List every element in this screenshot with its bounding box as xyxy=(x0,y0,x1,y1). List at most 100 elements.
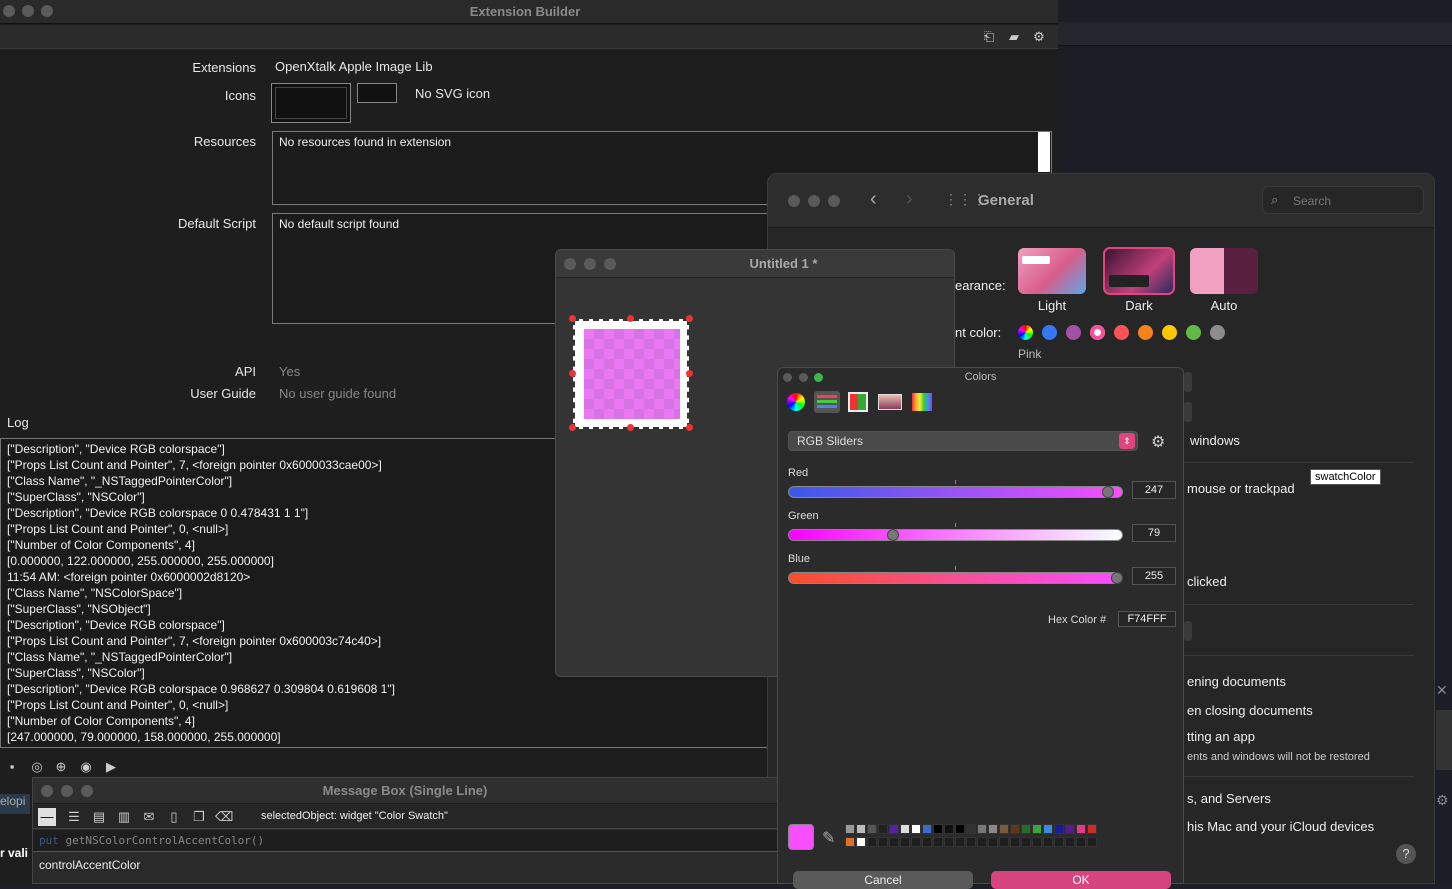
extensions-value[interactable]: OpenXtalk Apple Image Lib xyxy=(275,59,433,74)
mode-select[interactable]: RGB Sliders ⇕ xyxy=(788,431,1138,451)
add-icon[interactable]: ⊕ xyxy=(52,758,70,776)
pref-windows[interactable]: windows xyxy=(1190,433,1240,448)
palette-swatch[interactable] xyxy=(1032,837,1042,847)
blue-value-field[interactable]: 255 xyxy=(1132,567,1176,585)
palette-swatch[interactable] xyxy=(944,837,954,847)
gear-icon[interactable]: ⚙ xyxy=(1030,28,1048,46)
palette-swatch[interactable] xyxy=(867,824,877,834)
selection-handle[interactable] xyxy=(569,370,576,377)
palette-swatch[interactable] xyxy=(977,837,987,847)
palette-swatch[interactable] xyxy=(922,837,932,847)
blue-slider[interactable] xyxy=(788,572,1123,584)
search-field[interactable]: ⌕ Search xyxy=(1262,186,1424,214)
stepper-2[interactable] xyxy=(1184,402,1192,422)
pref-mouse-trackpad[interactable]: mouse or trackpad xyxy=(1187,481,1295,496)
palette-swatch[interactable] xyxy=(1054,824,1064,834)
accent-color-swatch[interactable] xyxy=(1042,325,1057,340)
accent-color-swatch[interactable] xyxy=(1066,325,1081,340)
accent-color-swatch[interactable] xyxy=(1162,325,1177,340)
close-button[interactable] xyxy=(788,195,800,207)
palette-swatch[interactable] xyxy=(933,824,943,834)
red-value-field[interactable]: 247 xyxy=(1132,481,1176,499)
scrollbar[interactable] xyxy=(1038,132,1050,172)
script-icon[interactable]: ▥ xyxy=(115,808,133,826)
color-swatch-widget[interactable] xyxy=(573,319,689,429)
ok-button[interactable]: OK xyxy=(991,871,1171,889)
palette-swatch[interactable] xyxy=(889,837,899,847)
palette-swatch[interactable] xyxy=(1076,837,1086,847)
palette-swatch[interactable] xyxy=(1076,824,1086,834)
stop-icon[interactable]: ◉ xyxy=(77,758,95,776)
minimize-button[interactable] xyxy=(808,195,820,207)
icon-well-large[interactable] xyxy=(271,83,351,123)
palette-swatch[interactable] xyxy=(955,837,965,847)
archive-icon[interactable]: ▪ xyxy=(3,758,21,776)
mail-icon[interactable]: ✉ xyxy=(140,808,158,826)
forward-icon[interactable]: › xyxy=(906,188,913,211)
folder-icon[interactable]: ▰ xyxy=(1005,28,1023,46)
sliders-icon[interactable] xyxy=(814,391,840,413)
palette-swatch[interactable] xyxy=(1087,824,1097,834)
pref-quitting-app[interactable]: tting an app xyxy=(1187,729,1255,744)
blue-slider-knob[interactable] xyxy=(1111,572,1123,584)
palette-swatch[interactable] xyxy=(933,837,943,847)
palette-swatch[interactable] xyxy=(911,824,921,834)
pref-handoff[interactable]: his Mac and your iCloud devices xyxy=(1187,819,1374,834)
clear-icon[interactable]: ⌫ xyxy=(215,808,233,826)
palette-swatch[interactable] xyxy=(999,824,1009,834)
accent-color-swatch[interactable] xyxy=(1186,325,1201,340)
palette-swatch[interactable] xyxy=(988,824,998,834)
document-icon[interactable]: ▤ xyxy=(90,808,108,826)
pref-closing-documents[interactable]: en closing documents xyxy=(1187,703,1313,718)
eyedropper-icon[interactable]: ✎ xyxy=(822,828,835,848)
palette-swatch[interactable] xyxy=(1032,824,1042,834)
back-icon[interactable]: ‹ xyxy=(870,188,877,211)
selection-handle[interactable] xyxy=(569,315,576,322)
hex-field[interactable]: F74FFF xyxy=(1118,611,1176,627)
green-slider-knob[interactable] xyxy=(887,529,899,541)
palette-swatch[interactable] xyxy=(999,837,1009,847)
play-icon[interactable]: ▶ xyxy=(102,758,120,776)
palette-swatch[interactable] xyxy=(988,837,998,847)
cancel-button[interactable]: Cancel xyxy=(793,871,973,889)
appearance-auto[interactable] xyxy=(1190,248,1258,294)
selection-handle[interactable] xyxy=(686,315,693,322)
palette-swatch[interactable] xyxy=(955,824,965,834)
green-slider[interactable] xyxy=(788,529,1123,541)
color-wheel-icon[interactable] xyxy=(787,393,805,411)
selection-handle[interactable] xyxy=(686,370,693,377)
gear-icon[interactable]: ⚙ xyxy=(1151,432,1165,452)
pref-clicked[interactable]: clicked xyxy=(1187,574,1227,589)
export-icon[interactable]: ⎗ xyxy=(980,28,998,46)
palette-swatch[interactable] xyxy=(900,824,910,834)
multi-line-icon[interactable]: ☰ xyxy=(65,808,83,826)
selection-handle[interactable] xyxy=(627,424,634,431)
palette-swatch[interactable] xyxy=(878,837,888,847)
accent-color-swatch[interactable] xyxy=(1018,325,1033,340)
palette-swatch[interactable] xyxy=(1010,824,1020,834)
accent-color-swatch[interactable] xyxy=(1090,325,1105,340)
palette-swatch[interactable] xyxy=(977,824,987,834)
palette-swatch[interactable] xyxy=(1087,837,1097,847)
pref-servers[interactable]: s, and Servers xyxy=(1187,791,1271,806)
red-slider-knob[interactable] xyxy=(1102,486,1114,498)
pencils-icon[interactable] xyxy=(912,393,932,411)
palette-swatch[interactable] xyxy=(1021,837,1031,847)
settings-icon[interactable]: ◎ xyxy=(28,758,46,776)
appearance-dark[interactable] xyxy=(1103,247,1175,295)
palette-swatch[interactable] xyxy=(856,837,866,847)
accent-color-swatch[interactable] xyxy=(1210,325,1225,340)
gear-icon[interactable]: ⚙ xyxy=(1436,792,1449,809)
selection-handle[interactable] xyxy=(686,424,693,431)
palette-swatch[interactable] xyxy=(1065,837,1075,847)
icon-well-small[interactable] xyxy=(357,83,397,103)
palette-swatch[interactable] xyxy=(966,824,976,834)
palette-swatch[interactable] xyxy=(889,824,899,834)
single-line-icon[interactable]: — xyxy=(38,808,56,826)
palette-swatch[interactable] xyxy=(944,824,954,834)
pref-opening-documents[interactable]: ening documents xyxy=(1187,674,1286,689)
stepper-1[interactable] xyxy=(1184,372,1192,392)
palette-swatch[interactable] xyxy=(900,837,910,847)
palette-swatch[interactable] xyxy=(1010,837,1020,847)
palette-swatch[interactable] xyxy=(1065,824,1075,834)
